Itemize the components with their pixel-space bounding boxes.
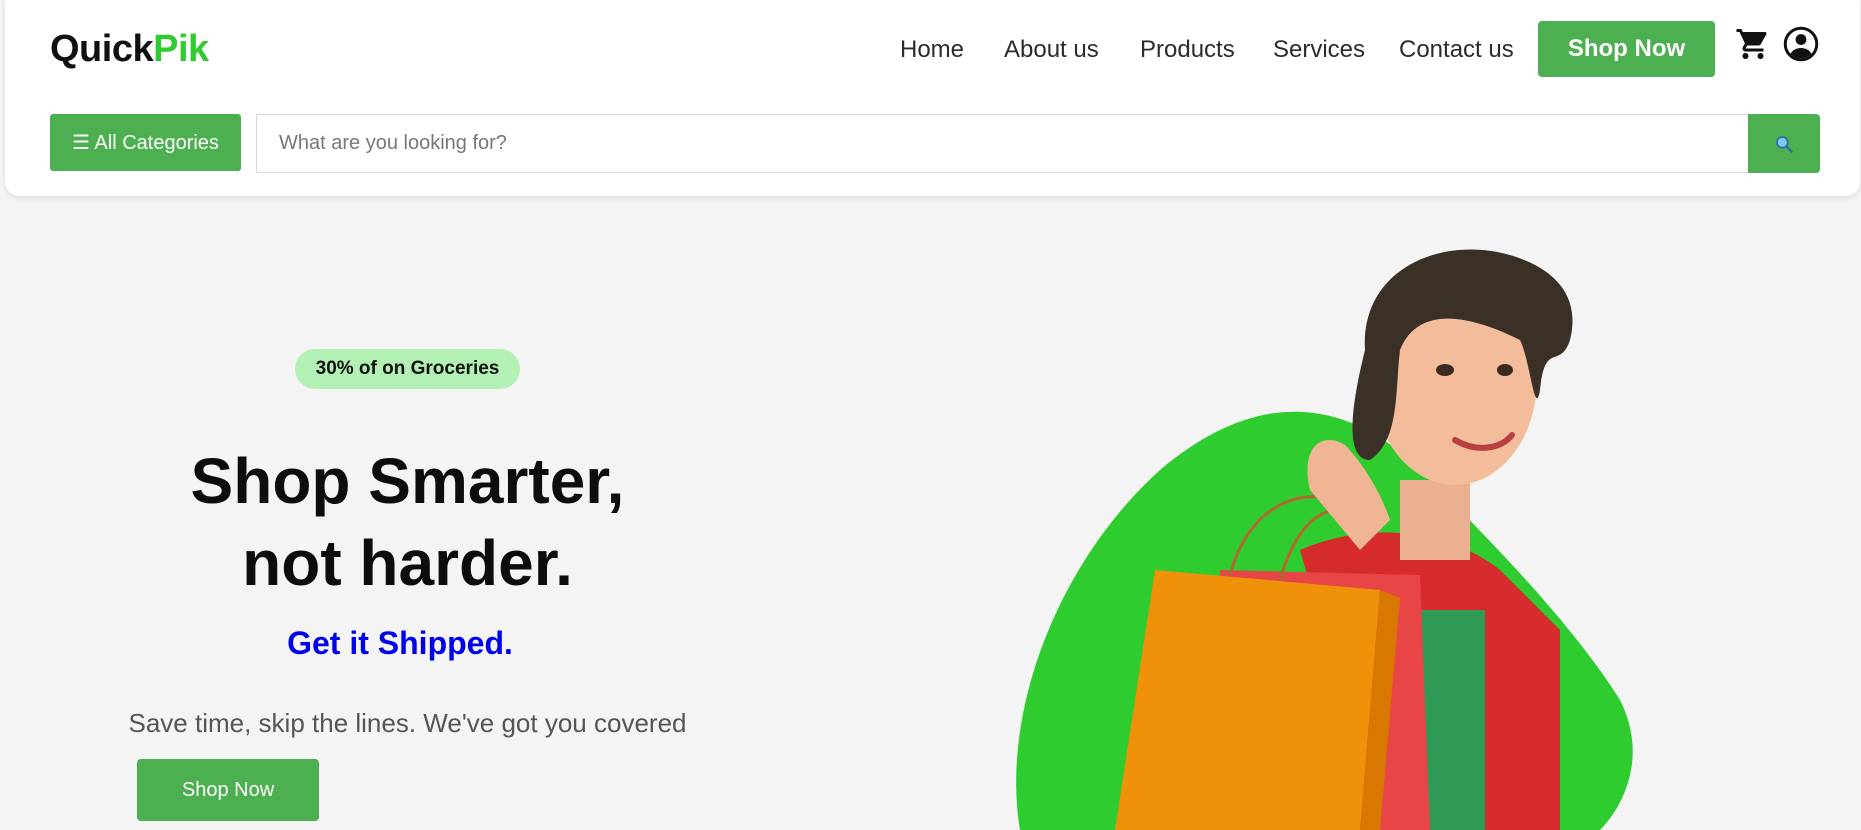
- promo-badge: 30% of on Groceries: [295, 349, 520, 389]
- hero-subtitle: Get it Shipped.: [180, 618, 620, 672]
- nav-products[interactable]: Products: [1140, 36, 1235, 64]
- hero-title: Shop Smarter, not harder.: [120, 440, 695, 604]
- nav-home[interactable]: Home: [900, 36, 964, 64]
- site-header: QuickPik Home About us Products Services…: [5, 0, 1860, 196]
- brand-name-part1: Quick: [50, 28, 154, 70]
- brand-logo[interactable]: QuickPik: [50, 28, 209, 71]
- search-button[interactable]: [1748, 114, 1820, 173]
- search-input[interactable]: [256, 114, 1749, 173]
- user-account-icon[interactable]: [1783, 26, 1819, 62]
- orange-bag: [1115, 570, 1380, 830]
- hero-title-line2: not harder.: [242, 527, 573, 599]
- nav-services[interactable]: Services: [1273, 36, 1365, 64]
- shop-now-button[interactable]: Shop Now: [1538, 21, 1715, 77]
- all-categories-button[interactable]: ☰ All Categories: [50, 114, 241, 171]
- nav-about-us[interactable]: About us: [1004, 36, 1099, 64]
- hero-title-line1: Shop Smarter,: [190, 445, 625, 517]
- nav-contact-us[interactable]: Contact us: [1399, 36, 1514, 64]
- hero-shop-now-button[interactable]: Shop Now: [137, 759, 319, 821]
- hero-description: Save time, skip the lines. We've got you…: [128, 708, 687, 738]
- brand-name-part2: Pik: [153, 28, 209, 70]
- neck: [1400, 480, 1470, 560]
- hero-subtitle-text: Get it Shipped.: [287, 625, 513, 661]
- search-icon: [1776, 135, 1793, 153]
- shopping-cart-icon[interactable]: [1735, 26, 1771, 62]
- woman-with-shopping-bags: [1016, 249, 1633, 830]
